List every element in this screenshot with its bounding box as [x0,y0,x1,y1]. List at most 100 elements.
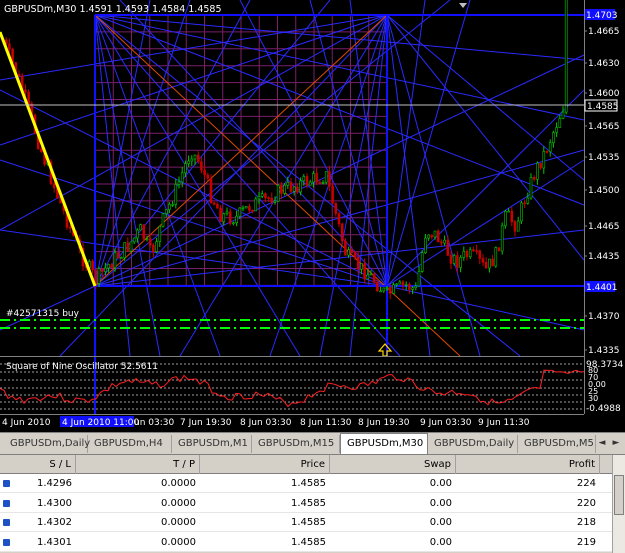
tab-right-arrow-icon[interactable]: ► [610,436,622,451]
candle-body [8,43,11,50]
row-order-icon [3,480,10,487]
candle-body [312,173,315,183]
candle-body [276,184,280,202]
candle-body [494,247,498,267]
candle-body [68,226,72,229]
candle-body [177,181,181,185]
tab-gbpusdm-m5-6[interactable]: GBPUSDm,M5 [518,435,596,453]
candle-body [379,290,382,293]
tab-gbpusdm-m1-2[interactable]: GBPUSDm,M1 [172,435,252,453]
current-price-label: 1.4585 [587,102,619,112]
candle-body [238,207,242,217]
candle-body [475,250,478,252]
terminal-panel: S / L T / P Price Swap Profit 1.4296 0.00… [0,454,625,553]
table-cell-tp: 0.0000 [161,536,196,548]
table-row[interactable]: 1.4301 0.0000 1.4585 0.00 219 [0,533,612,552]
tab-gbpusdm-daily-0[interactable]: GBPUSDm,Daily [4,435,90,453]
candle-body [286,181,290,186]
col-header-price[interactable]: Price [200,455,330,474]
price-chart[interactable]: #42571315 buy GBPUSDm,M30 1.4591 1.4593 … [0,0,625,432]
candle-body [148,238,152,246]
candle-body [366,274,370,280]
tab-gbpusdm-m30-4[interactable]: GBPUSDm,M30 [340,433,428,455]
candle-body [196,154,200,162]
time-axis[interactable]: 4 Jun 2010 11:00 4 Jun 2010 un 03:30 7 Jun… [0,414,584,429]
table-row[interactable]: 1.4302 0.0000 1.4585 0.00 218 [0,513,612,532]
candle-body [110,264,114,268]
table-cell-tp: 0.0000 [161,497,196,509]
row-order-icon [3,538,10,546]
price-axis[interactable]: 1.4665 1.4630 1.4600 1.4565 1.4535 1.4500 1.44… [584,0,623,414]
price-tick-label: 1.4435 [588,252,620,262]
candle-body [558,118,562,128]
candle-body [267,197,270,200]
candle-body [113,252,117,268]
candle-body [481,258,485,263]
terminal-scrollbar[interactable] [612,455,625,553]
order-label: #42571315 buy [6,309,80,319]
time-tick-label: 9 Jun 03:30 [420,418,472,428]
candle-body [280,184,283,194]
table-row[interactable]: 1.4300 0.0000 1.4585 0.00 220 [0,494,612,513]
candle-body [344,240,347,256]
candle-body [395,283,398,286]
chart-tabs-bar: GBPUSDm,Daily GBPUSDm,H4 GBPUSDm,M1 GBPUSDm… [0,432,625,455]
price-tick-label: 1.4465 [588,222,620,232]
candle-body [478,250,482,259]
price-tick-label: 1.4665 [588,27,620,37]
candle-body [369,273,373,276]
candle-body [94,269,98,284]
candle-body [296,186,299,193]
oscillator-label: Square of Nine Oscillator 52.5611 [6,362,158,372]
candle-body [552,132,555,144]
candle-body [164,209,168,214]
chart-window[interactable]: #42571315 buy GBPUSDm,M30 1.4591 1.4593 … [0,0,625,432]
tab-left-arrow-icon[interactable]: ◄ [596,436,608,451]
candle-body [228,211,232,224]
main-plot-area[interactable] [0,0,584,356]
tab-gbpusdm-daily-5[interactable]: GBPUSDm,Daily [428,435,518,453]
candle-body [40,148,43,153]
candle-body [171,204,174,206]
candle-body [513,221,517,232]
candle-body [539,162,542,169]
candle-body [180,172,184,183]
time-tick-label: 4 Jun 2010 [2,418,51,428]
table-header-row: S / L T / P Price Swap Profit [0,455,612,474]
candle-body [545,151,549,153]
candle-body [219,207,222,222]
candle-body [443,239,446,244]
candle-body [328,171,331,187]
candle-body [104,267,107,272]
col-header-sl[interactable]: S / L [14,455,76,474]
candle-body [504,211,507,227]
candle-body [433,230,437,238]
candle-body [488,258,491,269]
candle-body [100,268,104,272]
candle-body [187,160,190,164]
row-order-icon [3,499,10,507]
price-tick-label: 1.4535 [588,153,620,163]
candle-body [283,184,286,194]
col-header-tp[interactable]: T / P [76,455,200,474]
candle-body [507,210,510,213]
terminal-scrollbar-thumb[interactable] [614,475,624,515]
candle-body [404,284,408,286]
table-cell-profit: 220 [576,497,596,509]
candle-body [388,287,392,294]
candle-body [449,255,453,264]
col-header-profit[interactable]: Profit [456,455,600,474]
price-tick-label: 1.4335 [588,346,620,356]
table-cell-profit: 218 [576,517,596,528]
table-cell-swap: 0.00 [429,478,452,489]
candle-body [468,249,472,258]
col-header-swap[interactable]: Swap [330,455,456,474]
candle-body [292,186,296,192]
candle-body [398,281,402,285]
table-row[interactable]: 1.4296 0.0000 1.4585 0.00 224 [0,474,612,493]
tab-gbpusdm-h4-1[interactable]: GBPUSDm,H4 [88,435,172,453]
candle-body [360,263,363,270]
tab-gbpusdm-m15-3[interactable]: GBPUSDm,M15 [252,435,340,453]
candle-body [337,213,341,225]
candle-body [155,241,158,252]
